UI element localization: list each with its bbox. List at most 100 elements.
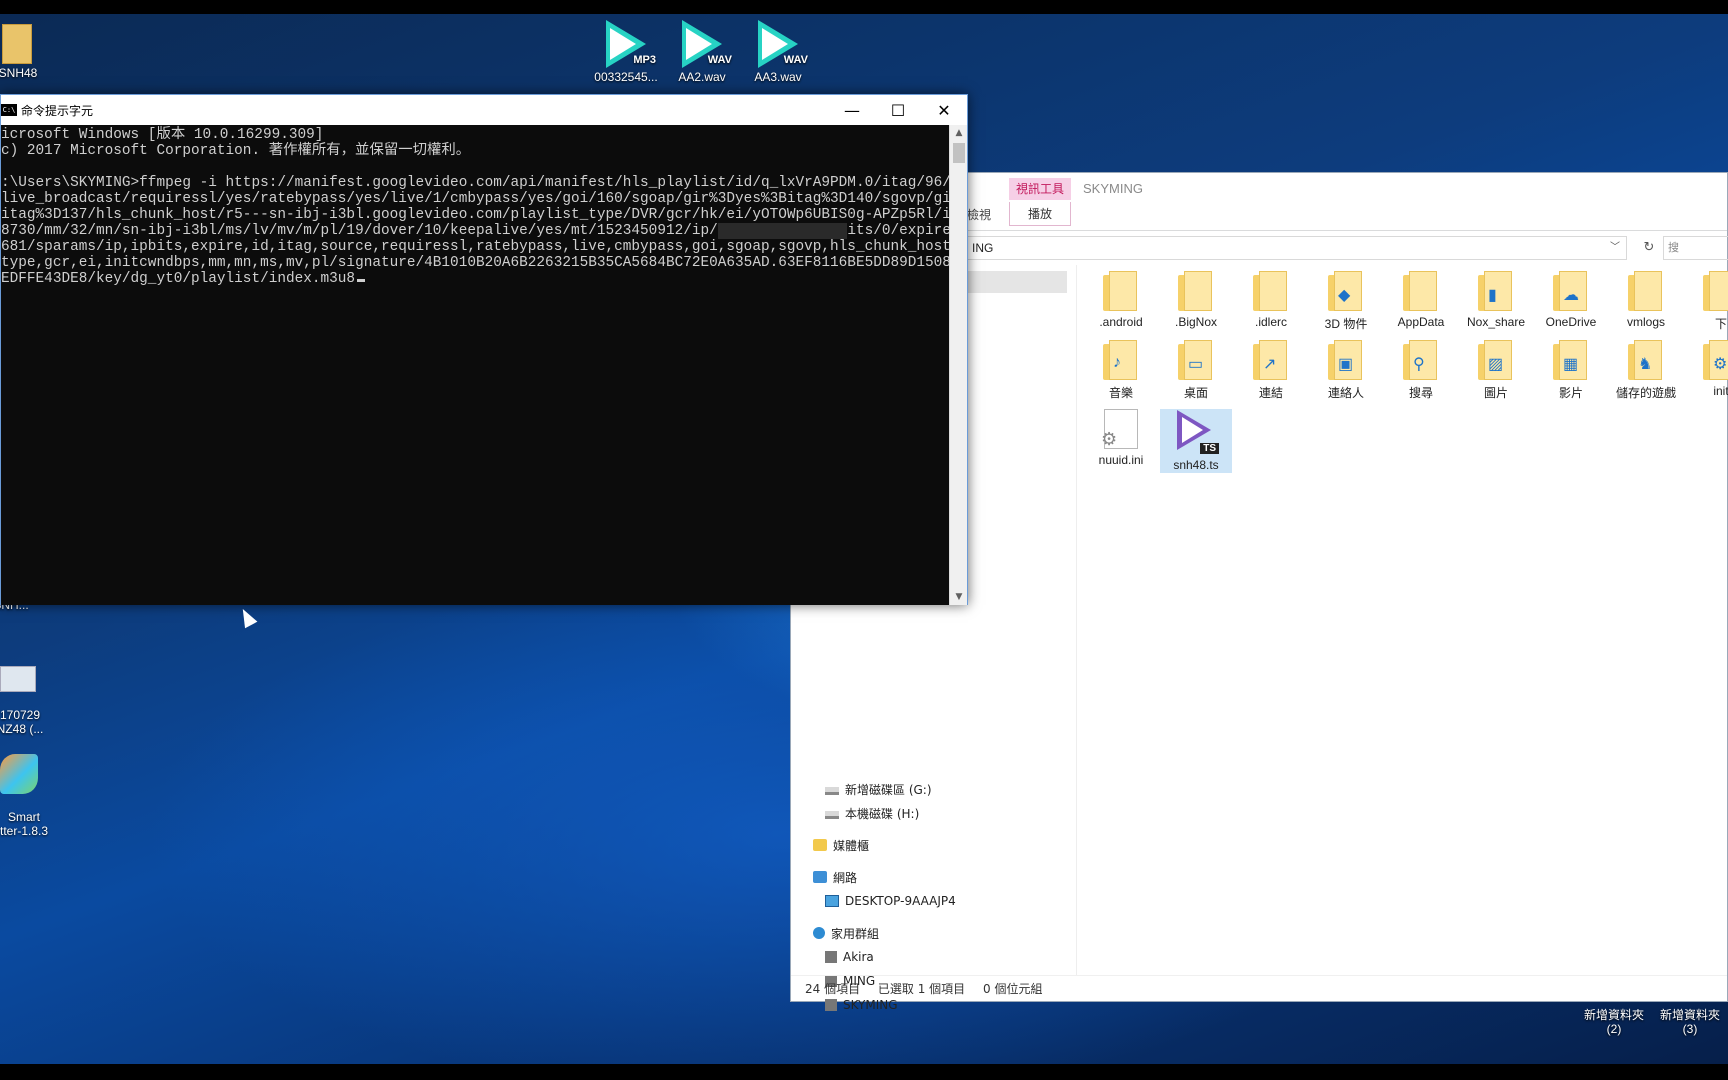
file-item-label: init bbox=[1713, 384, 1728, 398]
nav-item-network[interactable]: 網路 bbox=[813, 867, 857, 887]
desktop-icon-mp3[interactable]: MP3 00332545... bbox=[586, 20, 666, 84]
file-item[interactable]: vmlogs bbox=[1610, 271, 1682, 329]
drive-icon bbox=[825, 811, 839, 819]
nav-item-drive-g[interactable]: 新增磁碟區 (G:) bbox=[825, 779, 932, 799]
refresh-icon[interactable]: ↻ bbox=[1639, 236, 1659, 260]
file-item[interactable]: ↗ 連結 bbox=[1235, 340, 1307, 401]
tab-view[interactable]: 檢視 bbox=[967, 206, 991, 223]
console-line: type,gcr,ei,initcwndbps,mm,mn,ms,mv,pl/s… bbox=[1, 255, 951, 271]
file-item[interactable]: ▭ 桌面 bbox=[1160, 340, 1232, 401]
play-media-icon: WAV bbox=[680, 20, 732, 70]
desktop-icon-photo[interactable]: 170729 NZ48 (... bbox=[0, 652, 60, 736]
scroll-thumb[interactable] bbox=[953, 143, 965, 163]
file-item[interactable]: ⚙ nuuid.ini bbox=[1085, 409, 1157, 467]
desktop-icon-app[interactable]: Smart tter-1.8.3 bbox=[0, 740, 64, 838]
file-item[interactable]: ♞ 儲存的遊戲 bbox=[1610, 340, 1682, 401]
file-item[interactable]: ⚲ 搜尋 bbox=[1385, 340, 1457, 401]
file-item-label: 影片 bbox=[1558, 386, 1583, 400]
text-cursor bbox=[357, 279, 366, 282]
status-size: 0 個位元組 bbox=[983, 982, 1043, 996]
desktop-icon-aa3[interactable]: WAV AA3.wav bbox=[738, 20, 818, 84]
file-item[interactable]: .BigNox bbox=[1160, 271, 1232, 329]
desktop-icon-label: 170729 NZ48 (... bbox=[0, 708, 44, 736]
nav-item-desktop-pc[interactable]: DESKTOP-9AAAJP4 bbox=[825, 891, 956, 911]
folder-icon: ◆ bbox=[1328, 271, 1364, 311]
status-item-count: 24 個項目 bbox=[805, 982, 861, 996]
vertical-scrollbar[interactable]: ▲ ▼ bbox=[949, 125, 967, 605]
nav-item-drive-h[interactable]: 本機磁碟 (H:) bbox=[825, 803, 919, 823]
console-output[interactable]: icrosoft Windows [版本 10.0.16299.309] c) 2… bbox=[1, 125, 951, 605]
nav-item-user-akira[interactable]: Akira bbox=[825, 947, 874, 967]
file-item[interactable]: ☁ OneDrive bbox=[1535, 271, 1607, 329]
file-item[interactable]: .idlerc bbox=[1235, 271, 1307, 329]
minimize-button[interactable]: — bbox=[829, 95, 875, 125]
file-item[interactable]: AppData bbox=[1385, 271, 1457, 329]
desktop-icon-label: AA3.wav bbox=[754, 70, 802, 84]
file-item-label: Nox_share bbox=[1466, 315, 1526, 329]
desktop-icon-snh48[interactable]: SNH48 bbox=[0, 24, 58, 80]
nav-label: 網路 bbox=[833, 870, 858, 885]
file-item[interactable]: ♪ 音樂 bbox=[1085, 340, 1157, 401]
file-item[interactable]: ▨ 圖片 bbox=[1460, 340, 1532, 401]
console-line: c) 2017 Microsoft Corporation. 著作權所有，並保留… bbox=[1, 143, 471, 159]
file-item[interactable]: 下 bbox=[1685, 271, 1728, 332]
nav-label: Akira bbox=[843, 950, 874, 964]
desktop-icon-label: 新增資料夾 (3) bbox=[1659, 1008, 1720, 1036]
homegroup-icon bbox=[813, 927, 825, 939]
nav-label: 媒體櫃 bbox=[833, 838, 870, 853]
file-item-label: .idlerc bbox=[1254, 315, 1287, 329]
folder-icon bbox=[2, 24, 32, 64]
search-input[interactable]: 搜 bbox=[1663, 236, 1728, 260]
file-item-label: 連絡人 bbox=[1327, 386, 1364, 400]
nav-label: 本機磁碟 (H:) bbox=[845, 806, 920, 821]
computer-icon bbox=[825, 895, 839, 907]
maximize-button[interactable]: ☐ bbox=[875, 95, 921, 125]
console-line: :\Users\SKYMING>ffmpeg -i https://manife… bbox=[1, 175, 951, 191]
user-icon bbox=[825, 951, 837, 963]
file-item[interactable]: ⚙ init bbox=[1685, 340, 1728, 398]
file-item[interactable]: ◆ 3D 物件 bbox=[1310, 271, 1382, 332]
folder-icon: ▮ bbox=[1478, 271, 1514, 311]
desktop-icon-label: AA2.wav bbox=[678, 70, 726, 84]
butterfly-icon bbox=[0, 754, 38, 794]
folder-icon: ♪ bbox=[1103, 340, 1139, 380]
file-item[interactable]: .android bbox=[1085, 271, 1157, 329]
console-line: 8730/mm/32/mn/sn-ibj-i3bl/ms/lv/mv/m/pl/… bbox=[1, 223, 951, 239]
library-icon bbox=[813, 839, 827, 851]
file-item[interactable]: TS snh48.ts bbox=[1160, 409, 1232, 473]
file-item-label: 連結 bbox=[1258, 386, 1283, 400]
folder-icon bbox=[1178, 271, 1214, 311]
nav-item-homegroup[interactable]: 家用群組 bbox=[813, 923, 879, 943]
tab-play[interactable]: 播放 bbox=[1009, 202, 1071, 226]
file-item-label: 圖片 bbox=[1483, 386, 1508, 400]
scroll-up-icon[interactable]: ▲ bbox=[950, 125, 968, 141]
settings-file-icon: ⚙ bbox=[1101, 409, 1138, 449]
folder-icon: ▣ bbox=[1328, 340, 1364, 380]
file-item[interactable]: ▮ Nox_share bbox=[1460, 271, 1532, 329]
nav-label: 家用群組 bbox=[831, 926, 880, 941]
network-icon bbox=[813, 871, 827, 883]
image-file-icon bbox=[0, 666, 36, 692]
file-item[interactable]: ▦ 影片 bbox=[1535, 340, 1607, 401]
folder-icon bbox=[1103, 271, 1139, 311]
folder-icon: ☁ bbox=[1553, 271, 1589, 311]
close-button[interactable]: ✕ bbox=[921, 95, 967, 125]
title-bar[interactable]: C:\ 命令提示字元 — ☐ ✕ bbox=[1, 95, 967, 125]
command-prompt-window: C:\ 命令提示字元 — ☐ ✕ icrosoft Windows [版本 10… bbox=[0, 94, 968, 605]
tab-video-tools[interactable]: 視訊工具 bbox=[1009, 178, 1071, 200]
folder-icon: ▭ bbox=[1178, 340, 1214, 380]
nav-item-libraries[interactable]: 媒體櫃 bbox=[813, 835, 869, 855]
video-file-icon: TS bbox=[1173, 410, 1219, 454]
nav-label: 新增磁碟區 (G:) bbox=[845, 782, 932, 797]
nav-selected-item[interactable] bbox=[967, 271, 1067, 293]
folder-icon bbox=[1628, 271, 1664, 311]
desktop-icon-aa2[interactable]: WAV AA2.wav bbox=[662, 20, 742, 84]
address-text: ING bbox=[972, 241, 994, 255]
folder-icon: ▨ bbox=[1478, 340, 1514, 380]
play-media-icon: MP3 bbox=[604, 20, 656, 70]
scroll-down-icon[interactable]: ▼ bbox=[950, 589, 968, 605]
address-bar[interactable]: ING ﹀ bbox=[967, 236, 1627, 260]
desktop-icon-label: SNH48 bbox=[0, 66, 38, 80]
chevron-down-icon[interactable]: ﹀ bbox=[1610, 237, 1620, 259]
file-item[interactable]: ▣ 連絡人 bbox=[1310, 340, 1382, 401]
